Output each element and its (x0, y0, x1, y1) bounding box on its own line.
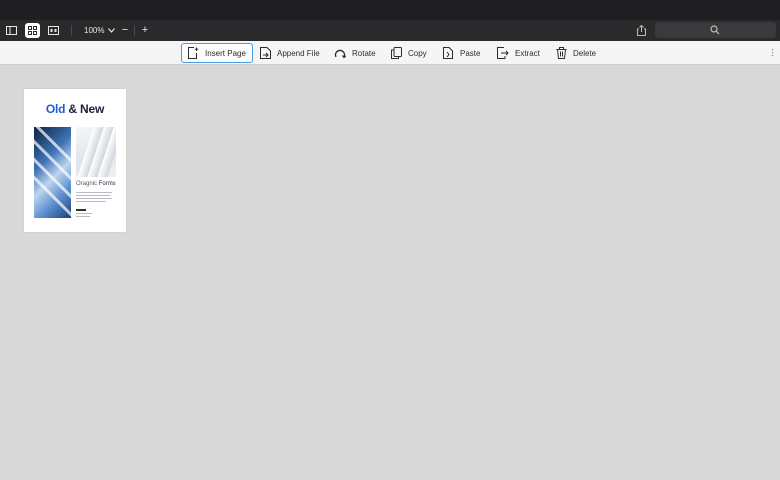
trash-icon (556, 47, 567, 59)
rotate-button[interactable]: Rotate (328, 43, 382, 63)
toolbar-divider (134, 25, 135, 36)
grid-view-icon[interactable] (25, 23, 40, 38)
page-view-icon[interactable] (46, 23, 61, 38)
extract-button[interactable]: Extract (491, 43, 546, 63)
page-tools-toolbar: Insert Page Append File Rotate Copy Past… (0, 41, 780, 65)
text-placeholder-line (76, 209, 86, 211)
rotate-label: Rotate (352, 48, 376, 58)
paste-icon (443, 47, 453, 59)
append-file-icon (260, 47, 271, 59)
page-thumbnail-subtitle: Oragnic Forms (76, 181, 116, 187)
share-icon[interactable] (634, 23, 649, 38)
cover-photo-forms (76, 127, 116, 177)
extract-label: Extract (515, 48, 540, 58)
top-bar: 100% − + (0, 20, 780, 41)
toolbar-divider (71, 25, 72, 36)
text-placeholder-line (76, 213, 92, 214)
text-placeholder-line (76, 201, 106, 202)
zoom-control[interactable]: 100% (84, 24, 116, 37)
sidebar-icon[interactable] (4, 23, 19, 38)
chevron-down-icon (108, 28, 116, 33)
paste-button[interactable]: Paste (437, 43, 486, 63)
text-placeholder-line (76, 216, 90, 217)
insert-page-button[interactable]: Insert Page (181, 43, 253, 63)
append-file-button[interactable]: Append File (254, 43, 326, 63)
copy-button[interactable]: Copy (385, 43, 433, 63)
append-file-label: Append File (277, 48, 320, 58)
text-placeholder-line (76, 192, 112, 193)
extract-icon (497, 47, 509, 59)
zoom-out-button[interactable]: − (119, 23, 131, 38)
search-icon (710, 25, 720, 35)
paste-label: Paste (460, 48, 481, 58)
copy-icon (391, 47, 402, 59)
text-placeholder-line (76, 198, 112, 199)
window-title-bar (0, 0, 780, 20)
delete-button[interactable]: Delete (550, 43, 602, 63)
cover-photo-architecture (34, 127, 71, 218)
drag-handle-icon[interactable] (771, 48, 774, 57)
page-thumbnail[interactable]: Old & New Oragnic Forms (24, 89, 126, 232)
text-placeholder-line (76, 195, 110, 196)
zoom-level: 100% (84, 26, 105, 35)
zoom-in-button[interactable]: + (139, 23, 151, 38)
insert-page-icon (188, 47, 199, 59)
page-thumbnail-title: Old & New (45, 102, 105, 116)
delete-label: Delete (573, 48, 597, 58)
insert-page-label: Insert Page (205, 48, 246, 58)
rotate-icon (334, 49, 346, 58)
copy-label: Copy (408, 48, 427, 58)
search-input[interactable] (655, 22, 776, 38)
